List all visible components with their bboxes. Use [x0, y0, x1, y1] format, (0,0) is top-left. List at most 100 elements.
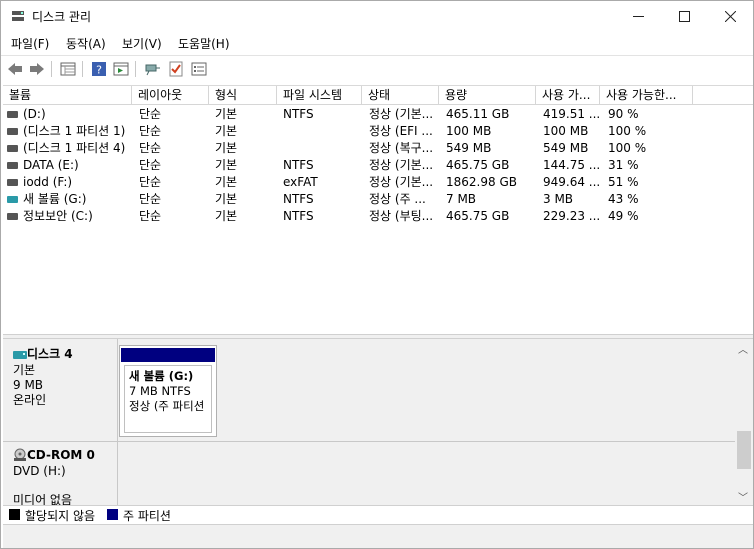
toolbar-separator [82, 61, 83, 77]
menu-bar: 파일(F) 동작(A) 보기(V) 도움말(H) [1, 31, 753, 53]
legend-primary: 주 파티션 [123, 509, 171, 523]
table-row[interactable]: 정보보안 (C:) 단순 기본 NTFS 정상 (부팅... 465.75 GB 229.2… [3, 208, 753, 225]
cell-layout: 단순 [139, 107, 162, 121]
cell-percent-free: 51 % [608, 175, 639, 189]
title-bar: 디스크 관리 [1, 1, 753, 31]
cell-volume-name: (디스크 1 파티션 1) [23, 124, 126, 138]
cell-layout: 단순 [139, 209, 162, 223]
connect-button[interactable] [144, 60, 162, 78]
cell-type: 기본 [215, 107, 238, 121]
partition-name: 새 볼륨 (G:) [129, 369, 194, 383]
cell-percent-free: 31 % [608, 158, 639, 172]
settings-list-icon [191, 62, 207, 76]
forward-button[interactable] [28, 60, 46, 78]
menu-file[interactable]: 파일(F) [11, 35, 49, 52]
disk-management-app-icon [12, 11, 24, 21]
cell-percent-free: 43 % [608, 192, 639, 206]
cell-capacity: 549 MB [446, 141, 492, 155]
volume-list[interactable]: 볼륨 레이아웃 형식 파일 시스템 상태 용량 사용 가... 사용 가능한..… [3, 85, 753, 333]
primary-partition-bar [121, 348, 215, 362]
maximize-button[interactable] [661, 1, 707, 31]
disk-list-icon [60, 62, 76, 76]
minimize-icon [632, 15, 644, 17]
maximize-icon [678, 10, 690, 22]
graphical-view-scrollbar[interactable]: ︿ ﹀ [735, 339, 753, 505]
check-icon [169, 61, 183, 77]
drive-icon [7, 111, 18, 118]
cell-percent-free: 100 % [608, 141, 647, 155]
partition-size-fs: 7 MB NTFS [129, 384, 191, 398]
drive-icon [7, 128, 18, 135]
cdrom-0-name: CD-ROM 0 [27, 448, 95, 462]
cell-file-system: NTFS [283, 158, 314, 172]
scroll-up-icon[interactable]: ︿ [738, 341, 748, 356]
disk-management-window: 디스크 관리 파일(F) 동작(A) 보기(V) 도움말(H) ? 볼륨 레이아… [0, 0, 754, 549]
menu-view[interactable]: 보기(V) [122, 35, 162, 52]
column-header-file-system[interactable]: 파일 시스템 [277, 86, 362, 105]
column-header-type[interactable]: 형식 [209, 86, 277, 105]
menu-help[interactable]: 도움말(H) [178, 35, 230, 52]
cell-status: 정상 (기본... [369, 158, 434, 172]
table-row[interactable]: iodd (F:) 단순 기본 exFAT 정상 (기본... 1862.98 GB 949… [3, 174, 753, 191]
cell-free-space: 229.23 ... [543, 209, 599, 223]
cell-status: 정상 (기본... [369, 175, 434, 189]
cell-capacity: 465.11 GB [446, 107, 510, 121]
column-header-percent-free[interactable]: 사용 가능한... [600, 86, 693, 105]
cell-file-system: NTFS [283, 192, 314, 206]
toolbar: ? [1, 55, 753, 81]
cell-capacity: 465.75 GB [446, 209, 510, 223]
scroll-down-icon[interactable]: ﹀ [738, 489, 748, 504]
cell-layout: 단순 [139, 175, 162, 189]
help-button[interactable]: ? [90, 60, 108, 78]
cell-volume-name: 새 볼륨 (G:) [23, 192, 87, 206]
drive-icon [7, 213, 18, 220]
cell-layout: 단순 [139, 141, 162, 155]
partition-new-volume-g[interactable]: 새 볼륨 (G:) 7 MB NTFS 정상 (주 파티션 [119, 345, 217, 437]
close-button[interactable] [707, 1, 753, 31]
scroll-thumb[interactable] [737, 431, 751, 469]
cell-status: 정상 (EFI ... [369, 124, 433, 138]
cell-capacity: 465.75 GB [446, 158, 510, 172]
primary-partition-swatch [107, 509, 118, 520]
cell-free-space: 949.64 ... [543, 175, 599, 189]
disk-list-button[interactable] [59, 60, 77, 78]
table-row[interactable]: DATA (E:) 단순 기본 NTFS 정상 (기본... 465.75 GB 144.7… [3, 157, 753, 174]
partition-legend: 할당되지 않음 주 파티션 [3, 505, 753, 523]
properties-button[interactable] [112, 60, 130, 78]
cdrom-0-label[interactable]: CD-ROM 0 DVD (H:) 미디어 없음 [3, 442, 118, 505]
cell-status: 정상 (기본... [369, 107, 434, 121]
disk-4-type: 기본 [13, 363, 36, 377]
table-row[interactable]: (디스크 1 파티션 1) 단순 기본 정상 (EFI ... 100 MB 100 MB… [3, 123, 753, 140]
cdrom-0-drive: DVD (H:) [13, 464, 66, 478]
cell-volume-name: (디스크 1 파티션 4) [23, 141, 126, 155]
cell-free-space: 144.75 ... [543, 158, 599, 172]
settings-list-button[interactable] [190, 60, 208, 78]
minimize-button[interactable] [615, 1, 661, 31]
check-button[interactable] [167, 60, 185, 78]
column-header-layout[interactable]: 레이아웃 [132, 86, 209, 105]
disk-4-name: 디스크 4 [27, 347, 73, 361]
cell-layout: 단순 [139, 124, 162, 138]
cell-type: 기본 [215, 175, 238, 189]
unallocated-swatch [9, 509, 20, 520]
back-button[interactable] [6, 60, 24, 78]
table-row[interactable]: 새 볼륨 (G:) 단순 기본 NTFS 정상 (주 ... 7 MB 3 MB 43 % [3, 191, 753, 208]
cell-type: 기본 [215, 209, 238, 223]
cell-capacity: 1862.98 GB [446, 175, 517, 189]
properties-icon [113, 62, 129, 76]
table-row[interactable]: (D:) 단순 기본 NTFS 정상 (기본... 465.11 GB 419.51 ...… [3, 106, 753, 123]
cell-percent-free: 49 % [608, 209, 639, 223]
table-row[interactable]: (디스크 1 파티션 4) 단순 기본 정상 (복구... 549 MB 549 MB 10… [3, 140, 753, 157]
column-header-status[interactable]: 상태 [362, 86, 439, 105]
column-header-free-space[interactable]: 사용 가... [536, 86, 600, 105]
column-header-volume[interactable]: 볼륨 [3, 86, 132, 105]
cell-type: 기본 [215, 158, 238, 172]
partition-status: 정상 (주 파티션 [129, 399, 205, 413]
forward-arrow-icon [30, 63, 44, 75]
disk-4-label[interactable]: 디스크 4 기본 9 MB 온라인 [3, 339, 118, 441]
column-header-capacity[interactable]: 용량 [439, 86, 536, 105]
status-bar [3, 524, 753, 548]
menu-action[interactable]: 동작(A) [66, 35, 106, 52]
legend-unallocated: 할당되지 않음 [25, 509, 96, 523]
drive-icon [7, 179, 18, 186]
